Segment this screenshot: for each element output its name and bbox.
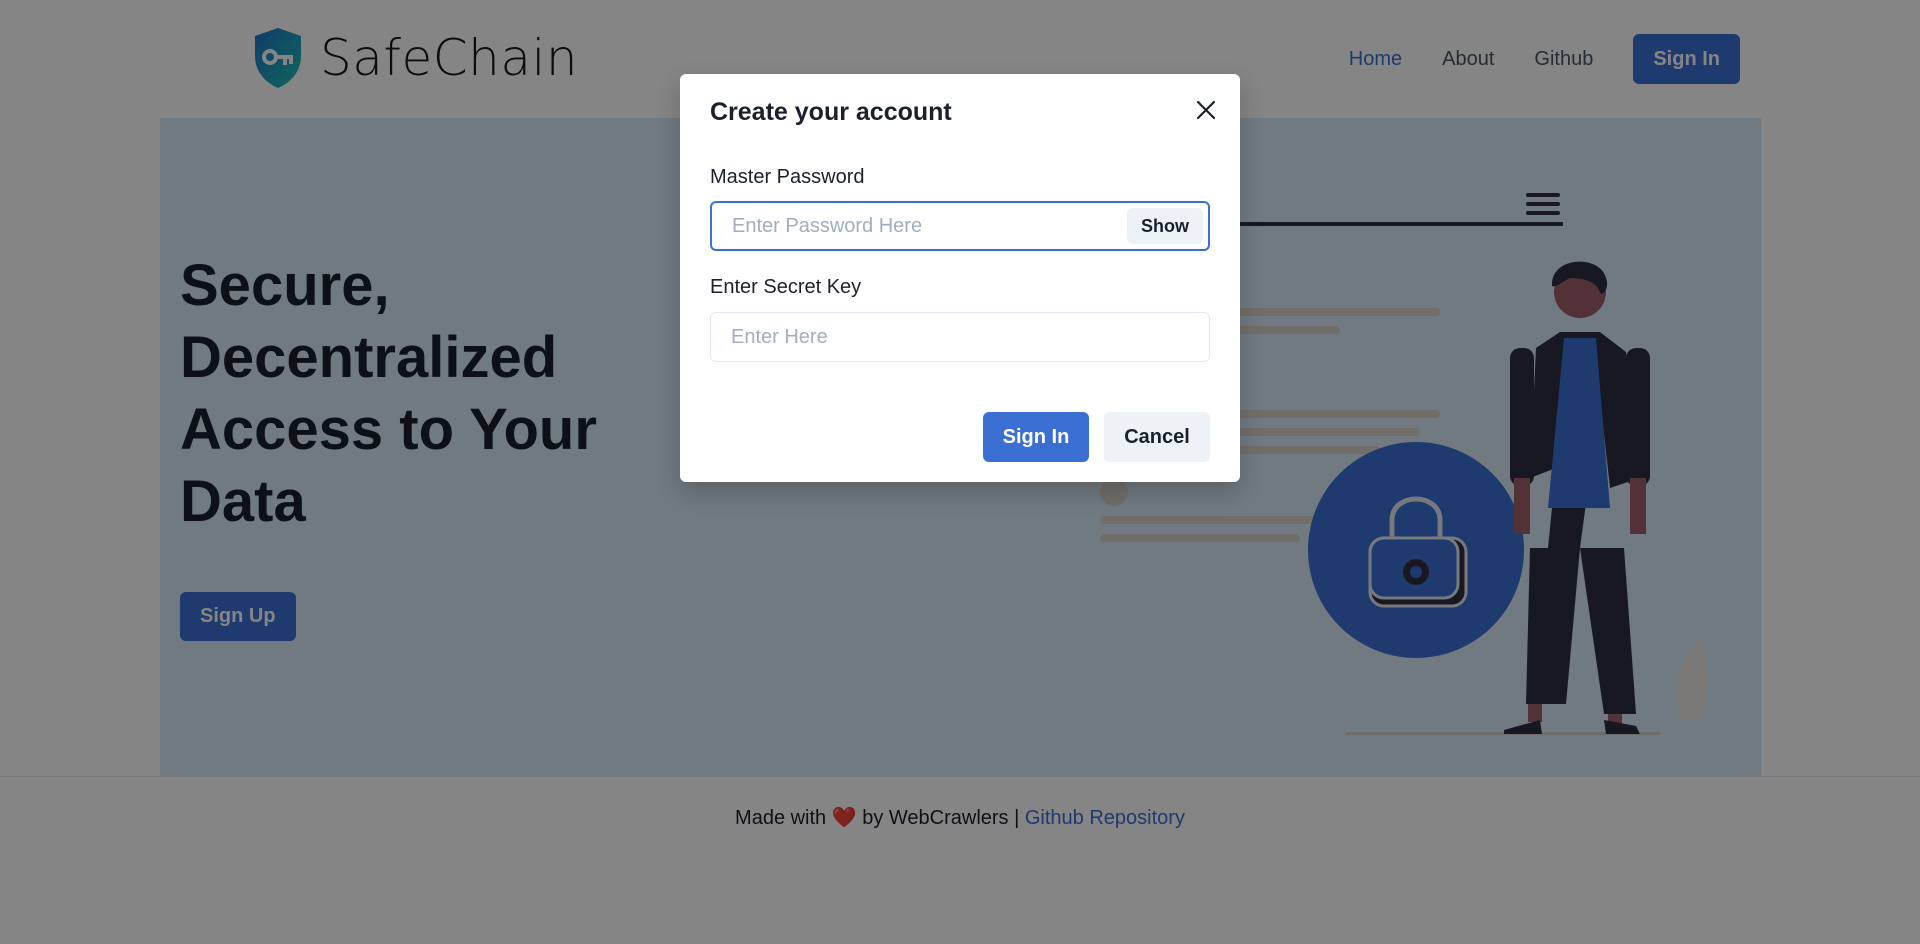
modal-title: Create your account bbox=[710, 98, 952, 126]
modal-cancel-button[interactable]: Cancel bbox=[1104, 412, 1210, 462]
secret-key-input[interactable] bbox=[710, 312, 1210, 362]
modal-sign-in-button[interactable]: Sign In bbox=[983, 412, 1089, 462]
master-password-label: Master Password bbox=[710, 166, 865, 188]
show-password-button[interactable]: Show bbox=[1127, 208, 1203, 244]
create-account-modal: Create your account Master Password Show… bbox=[680, 74, 1240, 482]
secret-key-label: Enter Secret Key bbox=[710, 276, 862, 298]
close-icon[interactable] bbox=[1190, 94, 1222, 126]
